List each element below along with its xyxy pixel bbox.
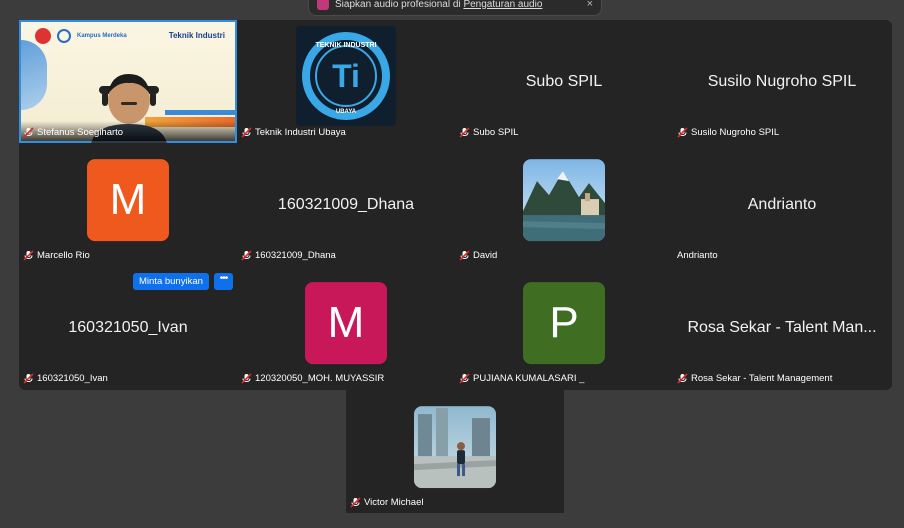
participant-display-name: Andrianto [747, 195, 817, 213]
participant-label: Stefanus Soegiharto [23, 125, 123, 139]
participant-label: PUJIANA KUMALASARI _ [459, 371, 584, 385]
participant-name: 160321009_Dhana [255, 249, 336, 261]
campus-logos: Kampus Merdeka [35, 28, 127, 44]
participant-name: 160321050_Ivan [37, 372, 108, 384]
participant-tile[interactable]: M Marcello Rio [19, 143, 237, 266]
mic-muted-icon [350, 496, 361, 508]
participant-label: Rosa Sekar - Talent Management [677, 371, 832, 385]
participant-name: Andrianto [677, 249, 718, 261]
participant-tile[interactable]: P PUJIANA KUMALASARI _ [455, 266, 673, 389]
notification-text: Siapkan audio profesional di [335, 0, 464, 10]
participant-name: Subo SPIL [473, 126, 519, 138]
participant-tile[interactable]: Andrianto Andrianto [673, 143, 891, 266]
avatar: M [305, 281, 387, 364]
participant-tile[interactable]: Susilo Nugroho SPIL Susilo Nugroho SPIL [673, 20, 891, 143]
more-options-button[interactable]: ••• [214, 273, 233, 290]
mic-muted-icon [459, 372, 470, 384]
mic-muted-icon [23, 126, 34, 138]
participant-tile[interactable]: 160321009_Dhana 160321009_Dhana [237, 143, 455, 266]
participant-label: Teknik Industri Ubaya [241, 125, 346, 139]
participant-display-name: 160321009_Dhana [277, 195, 415, 213]
participant-tile[interactable]: David [455, 143, 673, 266]
mic-muted-icon [677, 126, 688, 138]
participant-display-name: 160321050_Ivan [68, 318, 188, 336]
kampus-logo-text: Kampus Merdeka [77, 32, 127, 39]
participant-display-name: Rosa Sekar - Talent Man... [687, 318, 877, 336]
participant-name: Victor Michael [364, 496, 424, 508]
participant-name: Rosa Sekar - Talent Management [691, 372, 833, 384]
partner-logo [57, 29, 71, 43]
audio-settings-link[interactable]: Pengaturan audio [463, 0, 542, 10]
participant-name: Teknik Industri Ubaya [255, 126, 346, 138]
participant-label: Marcello Rio [23, 248, 90, 262]
participant-tile[interactable]: Rosa Sekar - Talent Man... Rosa Sekar - … [673, 266, 891, 389]
ask-to-unmute-button[interactable]: Minta bunyikan [133, 273, 209, 290]
participant-name: Stefanus Soegiharto [37, 126, 124, 138]
participant-label: 160321050_Ivan [23, 371, 108, 385]
participant-label: 160321009_Dhana [241, 248, 336, 262]
participant-tile[interactable]: M 120320050_MOH. MUYASSIR [237, 266, 455, 389]
mic-muted-icon [459, 249, 470, 261]
avatar: P [523, 281, 605, 364]
teknik-industri-logo: Ti TEKNIK INDUSTRI UBAYA [296, 25, 396, 126]
participant-tile[interactable]: Ti TEKNIK INDUSTRI UBAYA Teknik Industri… [237, 20, 455, 143]
close-icon[interactable]: × [587, 0, 593, 10]
mic-muted-icon [23, 249, 34, 261]
mic-muted-icon [241, 249, 252, 261]
participant-display-name: Subo SPIL [525, 72, 603, 90]
gallery-grid: Kampus Merdeka Teknik Industri Stefanus … [19, 20, 892, 390]
profile-photo-lake [523, 158, 605, 241]
participant-tile-speaker[interactable]: Kampus Merdeka Teknik Industri Stefanus … [19, 20, 237, 143]
participant-label: Subo SPIL [459, 125, 518, 139]
participant-name: David [473, 249, 498, 261]
participant-tile[interactable]: Victor Michael [346, 390, 564, 513]
mic-muted-icon [241, 372, 252, 384]
participant-display-name: Susilo Nugroho SPIL [707, 72, 857, 90]
participant-name: 120320050_MOH. MUYASSIR [255, 372, 385, 384]
participant-name: Marcello Rio [37, 249, 90, 261]
participant-label: Victor Michael [350, 495, 424, 509]
participant-name: Susilo Nugroho SPIL [691, 126, 780, 138]
app-icon [317, 0, 329, 10]
logo-mark: Ti [332, 58, 360, 94]
avatar: M [87, 158, 169, 241]
university-logo [35, 28, 51, 44]
mic-muted-icon [23, 372, 34, 384]
participant-label: Andrianto [677, 248, 718, 262]
participant-tile[interactable]: Subo SPIL Subo SPIL [455, 20, 673, 143]
department-banner: Teknik Industri [168, 31, 225, 40]
meeting-window: Siapkan audio profesional di Pengaturan … [0, 0, 904, 528]
audio-notification: Siapkan audio profesional di Pengaturan … [308, 0, 602, 16]
participant-label: Susilo Nugroho SPIL [677, 125, 779, 139]
mic-muted-icon [677, 372, 688, 384]
logo-ring-text: TEKNIK INDUSTRI [315, 42, 376, 49]
participant-name: PUJIANA KUMALASARI _ [473, 372, 585, 384]
mic-muted-icon [459, 126, 470, 138]
logo-ring-subtext: UBAYA [336, 109, 357, 115]
mic-muted-icon [241, 126, 252, 138]
participant-label: 120320050_MOH. MUYASSIR [241, 371, 384, 385]
participant-label: David [459, 248, 497, 262]
profile-photo-person [414, 405, 496, 488]
